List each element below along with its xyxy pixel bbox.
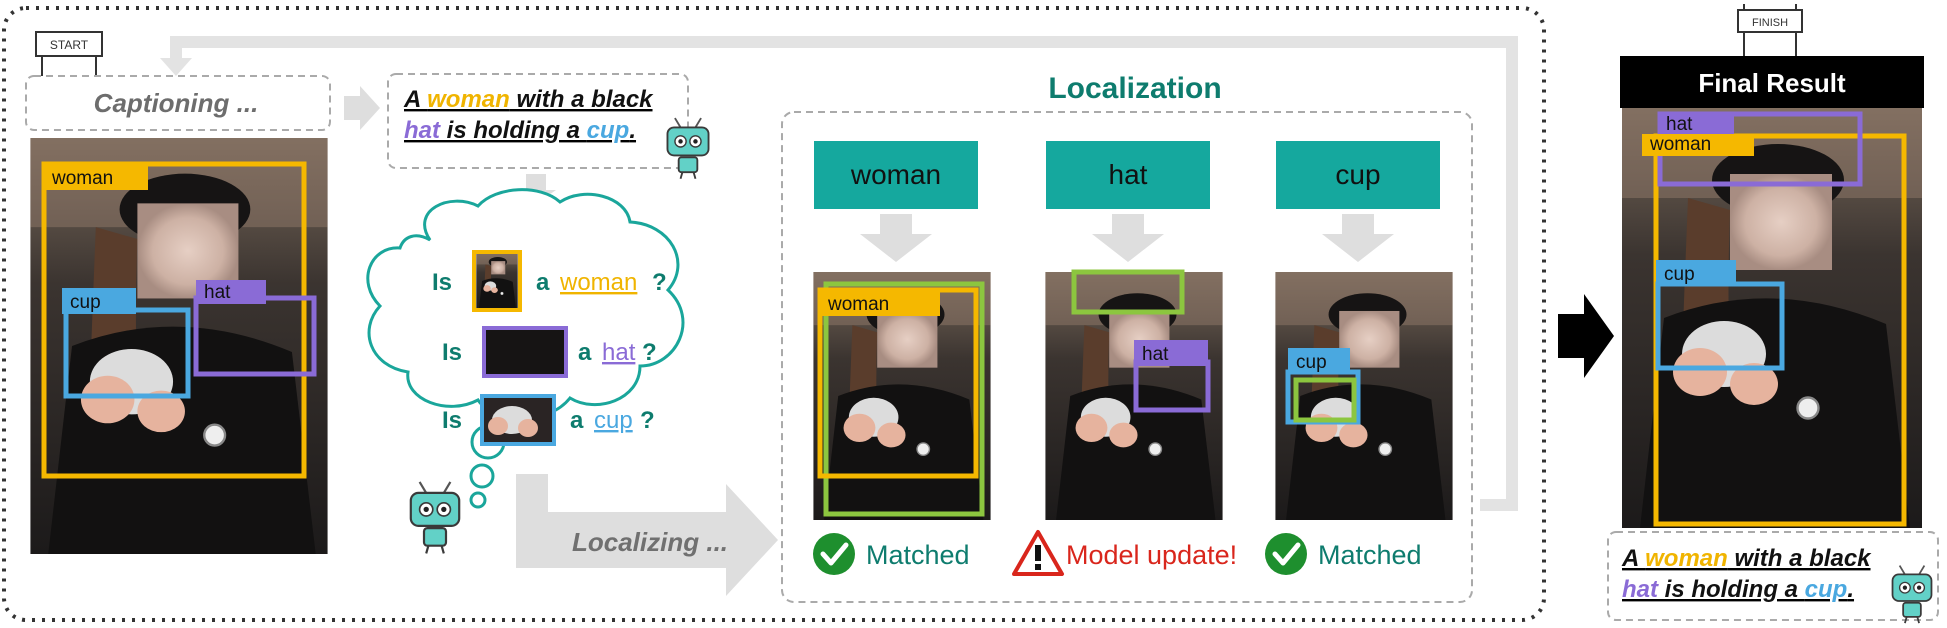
status-label: Model update! (1066, 540, 1237, 570)
check-icon (1265, 533, 1307, 575)
final-hat-label: hat (1666, 114, 1693, 135)
hat-label: hat (204, 282, 231, 303)
loop-back-arrowhead (160, 58, 192, 76)
query-label-woman: woman (850, 159, 941, 190)
svg-text:?: ? (642, 339, 657, 366)
status-label: Matched (866, 540, 970, 570)
query-down-arrow (860, 214, 932, 262)
question-word-cup: cup (594, 407, 633, 434)
status-label: Matched (1318, 540, 1422, 570)
caption-line-2: hat is holding a cup. (404, 117, 636, 144)
svg-text:a: a (578, 339, 592, 366)
caption-line-1: A woman with a black (403, 86, 654, 113)
captioning-label: Captioning ... (94, 88, 259, 118)
svg-text:a: a (536, 269, 550, 296)
robot-thinking-icon (409, 480, 461, 555)
finish-flag-label: FINISH (1752, 17, 1788, 29)
svg-text:?: ? (640, 407, 655, 434)
final-arrow (1558, 294, 1614, 378)
query-down-arrow (1092, 214, 1164, 262)
woman-label: woman (51, 168, 113, 189)
question-crop-woman (476, 252, 518, 310)
start-flag-label: START (50, 38, 89, 52)
robot-icon (666, 117, 710, 180)
question-word-hat: hat (602, 339, 636, 366)
finish-flag-icon: FINISH (1737, 4, 1803, 56)
localization-photo-cup (1274, 272, 1454, 520)
check-icon (813, 533, 855, 575)
final-caption-line-2: hat is holding a cup. (1622, 576, 1854, 603)
hat-panel-label: hat (1142, 344, 1169, 365)
pipeline-diagram: START Captioning ... womanhatcup A woman… (2, 4, 1939, 624)
status-1: Matched (813, 533, 970, 575)
localization-columns: woman woman hat hat cup cup Matched Model updat… (812, 141, 1454, 576)
final-cup-label: cup (1664, 264, 1695, 285)
svg-text:Is: Is (442, 407, 462, 434)
localization-column-woman: woman woman (812, 141, 992, 520)
status-2: Model update! (1012, 530, 1237, 576)
final-caption-line-1: A woman with a black (1621, 545, 1872, 572)
svg-text:?: ? (652, 269, 667, 296)
status-3: Matched (1265, 533, 1422, 575)
input-photo (29, 138, 329, 554)
final-woman-label: woman (1649, 134, 1711, 155)
localization-title: Localization (1048, 72, 1221, 105)
final-photo (1620, 108, 1924, 528)
svg-text:Is: Is (442, 339, 462, 366)
localization-column-cup: cup cup (1274, 141, 1454, 520)
cup-panel-label: cup (1296, 352, 1327, 373)
question-word-woman: woman (559, 269, 637, 296)
query-label-cup: cup (1335, 159, 1380, 190)
query-down-arrow (1322, 214, 1394, 262)
query-label-hat: hat (1109, 159, 1148, 190)
localizing-label: Localizing ... (572, 527, 728, 557)
final-result-title: Final Result (1698, 68, 1846, 98)
caption-arrow (344, 86, 380, 130)
start-flag-icon: START (35, 31, 103, 82)
svg-text:a: a (570, 407, 584, 434)
cup-label: cup (70, 292, 101, 313)
svg-text:Is: Is (432, 269, 452, 296)
woman-panel-label: woman (827, 294, 889, 315)
localization-column-hat: hat hat (1044, 141, 1224, 520)
